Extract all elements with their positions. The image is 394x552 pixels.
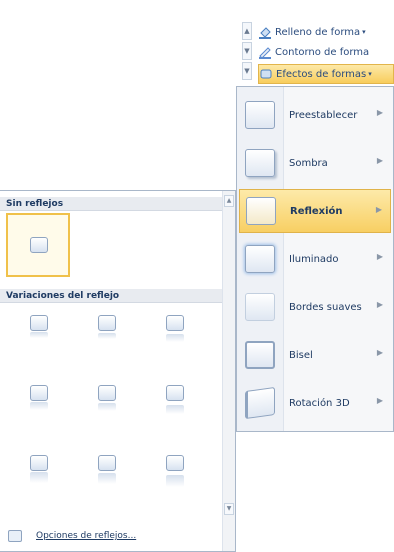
reflection-gallery: Sin reflejos Variaciones del reflejo Opc…	[0, 190, 236, 552]
menu-item-3d-rotation[interactable]: Rotación 3D ▶	[239, 381, 391, 425]
reflection-preview	[166, 334, 184, 342]
reflection-icon	[246, 197, 276, 225]
soft-edges-icon	[245, 293, 275, 321]
reflection-variation-option[interactable]	[154, 375, 196, 421]
scroll-down-button[interactable]: ▼	[224, 503, 234, 515]
shape-preview-icon	[30, 455, 48, 471]
menu-item-reflection[interactable]: Reflexión ▶	[239, 189, 391, 233]
menu-item-label: Bordes suaves	[289, 301, 362, 313]
chevron-right-icon: ▶	[376, 252, 383, 261]
pen-outline-icon	[258, 45, 272, 59]
shape-preview-icon	[98, 315, 116, 331]
menu-item-preset[interactable]: Preestablecer ▶	[239, 93, 391, 137]
scroll-up-button[interactable]: ▲	[224, 195, 234, 207]
shape-preview-icon	[30, 237, 48, 253]
shape-outline-label: Contorno de forma	[275, 46, 370, 58]
chevron-right-icon: ▶	[375, 205, 382, 214]
glow-icon	[245, 245, 275, 273]
reflection-preview	[30, 332, 48, 338]
chevron-right-icon: ▶	[376, 348, 383, 357]
fill-bucket-icon	[258, 25, 272, 39]
reflection-preview	[166, 405, 184, 414]
chevron-right-icon: ▶	[376, 156, 383, 165]
shape-preview-icon	[30, 315, 48, 331]
chevron-right-icon: ▶	[376, 300, 383, 309]
gallery-scrollbar[interactable]: ▲ ▼	[222, 191, 235, 551]
menu-item-soft-edges[interactable]: Bordes suaves ▶	[239, 285, 391, 329]
reflection-variation-option[interactable]	[86, 375, 128, 421]
menu-item-label: Sombra	[289, 157, 328, 169]
shape-fill-label: Relleno de forma	[275, 26, 361, 38]
shape-preview-icon	[166, 315, 184, 331]
rotation-3d-icon	[245, 386, 275, 420]
preset-icon	[245, 101, 275, 129]
reflection-variation-option[interactable]	[154, 305, 196, 351]
shape-effects-label: Efectos de formas	[276, 68, 367, 80]
bevel-icon	[245, 341, 275, 369]
chevron-right-icon: ▶	[376, 108, 383, 117]
menu-item-bevel[interactable]: Bisel ▶	[239, 333, 391, 377]
reflection-variation-option[interactable]	[86, 305, 128, 351]
shape-preview-icon	[30, 385, 48, 401]
reflection-variation-option[interactable]	[18, 375, 60, 421]
shape-preview-icon	[166, 385, 184, 401]
reflection-preview	[98, 473, 116, 484]
reflection-preview	[30, 402, 48, 410]
menu-item-label: Iluminado	[289, 253, 339, 265]
shape-fill-button[interactable]: Relleno de forma ▾	[258, 22, 394, 42]
reflection-preview	[166, 475, 184, 487]
menu-item-label: Reflexión	[290, 205, 343, 217]
reflection-preview	[98, 403, 116, 411]
reflection-preview	[98, 333, 116, 339]
shape-outline-button[interactable]: Contorno de forma	[258, 42, 394, 62]
reflection-none-option[interactable]	[6, 213, 70, 277]
reflection-variation-option[interactable]	[86, 445, 128, 491]
ribbon-gallery-scroll[interactable]: ▲ ▼ ▼	[242, 22, 252, 84]
gallery-more-button[interactable]: ▼	[242, 62, 252, 80]
menu-item-label: Rotación 3D	[289, 397, 350, 409]
scroll-down-button[interactable]: ▼	[242, 42, 252, 60]
reflection-variation-option[interactable]	[18, 445, 60, 491]
menu-item-label: Preestablecer	[289, 109, 358, 121]
menu-item-shadow[interactable]: Sombra ▶	[239, 141, 391, 185]
shape-preview-icon	[98, 455, 116, 471]
shape-effects-icon	[259, 67, 273, 81]
reflection-options-label: Opciones de reflejos...	[36, 531, 137, 541]
reflection-variation-option[interactable]	[18, 305, 60, 351]
shadow-icon	[245, 149, 275, 177]
options-icon	[8, 530, 22, 542]
reflection-preview	[30, 472, 48, 483]
menu-item-glow[interactable]: Iluminado ▶	[239, 237, 391, 281]
shape-effects-button[interactable]: Efectos de formas ▾	[258, 64, 394, 84]
section-header-no-reflection: Sin reflejos	[0, 197, 222, 211]
shape-preview-icon	[166, 455, 184, 471]
section-header-variations: Variaciones del reflejo	[0, 289, 222, 303]
reflection-options-link[interactable]: Opciones de reflejos...	[0, 525, 222, 547]
scroll-up-button[interactable]: ▲	[242, 22, 252, 40]
shape-preview-icon	[98, 385, 116, 401]
chevron-right-icon: ▶	[376, 396, 383, 405]
reflection-variation-option[interactable]	[154, 445, 196, 491]
menu-item-label: Bisel	[289, 349, 313, 361]
shape-effects-menu: Preestablecer ▶ Sombra ▶ Reflexión ▶ Ilu…	[236, 86, 394, 432]
